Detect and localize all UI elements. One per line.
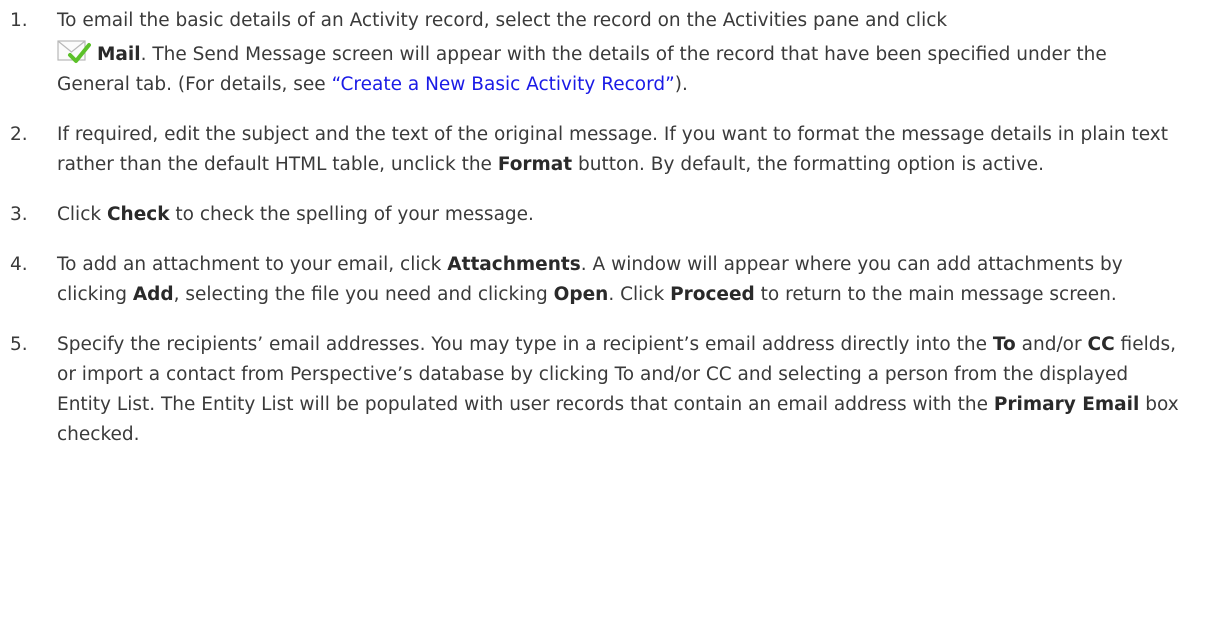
create-basic-activity-link[interactable]: “Create a New Basic Activity Record” xyxy=(332,74,675,95)
cc-field-label: CC xyxy=(1087,334,1115,355)
step-2: 2. If required, edit the subject and the… xyxy=(10,120,1183,180)
step-number: 5. xyxy=(10,334,28,355)
step-text: button. By default, the formatting optio… xyxy=(572,154,1045,175)
step-text: . Click xyxy=(608,284,671,305)
format-button-label: Format xyxy=(497,154,573,175)
step-5: 5. Specify the recipients’ email address… xyxy=(10,330,1183,450)
step-text: Specify the recipients’ email addresses.… xyxy=(57,334,993,355)
mail-button-label: Mail xyxy=(97,44,141,65)
step-text: to return to the main message screen. xyxy=(754,284,1117,305)
add-button-label: Add xyxy=(132,284,174,305)
step-text: ). xyxy=(674,74,688,95)
step-1: 1. To email the basic details of an Acti… xyxy=(10,6,1183,100)
step-number: 3. xyxy=(10,204,28,225)
open-button-label: Open xyxy=(553,284,609,305)
step-text: to check the spelling of your message. xyxy=(169,204,534,225)
primary-email-label: Primary Email xyxy=(993,394,1140,415)
proceed-button-label: Proceed xyxy=(670,284,755,305)
to-field-label: To xyxy=(992,334,1016,355)
step-text: and/or xyxy=(1015,334,1088,355)
step-4: 4. To add an attachment to your email, c… xyxy=(10,250,1183,310)
step-number: 2. xyxy=(10,124,28,145)
step-number: 1. xyxy=(10,10,28,31)
step-3: 3. Click Check to check the spelling of … xyxy=(10,200,1183,230)
steps-list: 1. To email the basic details of an Acti… xyxy=(10,6,1183,450)
step-text: To email the basic details of an Activit… xyxy=(57,10,948,31)
step-text: Click xyxy=(57,204,107,225)
step-number: 4. xyxy=(10,254,28,275)
mail-checkmark-icon xyxy=(57,40,91,63)
step-text: , selecting the file you need and clicki… xyxy=(173,284,554,305)
attachments-button-label: Attachments xyxy=(447,254,581,275)
document-body: 1. To email the basic details of an Acti… xyxy=(0,0,1213,450)
check-button-label: Check xyxy=(106,204,170,225)
step-text: To add an attachment to your email, clic… xyxy=(57,254,448,275)
